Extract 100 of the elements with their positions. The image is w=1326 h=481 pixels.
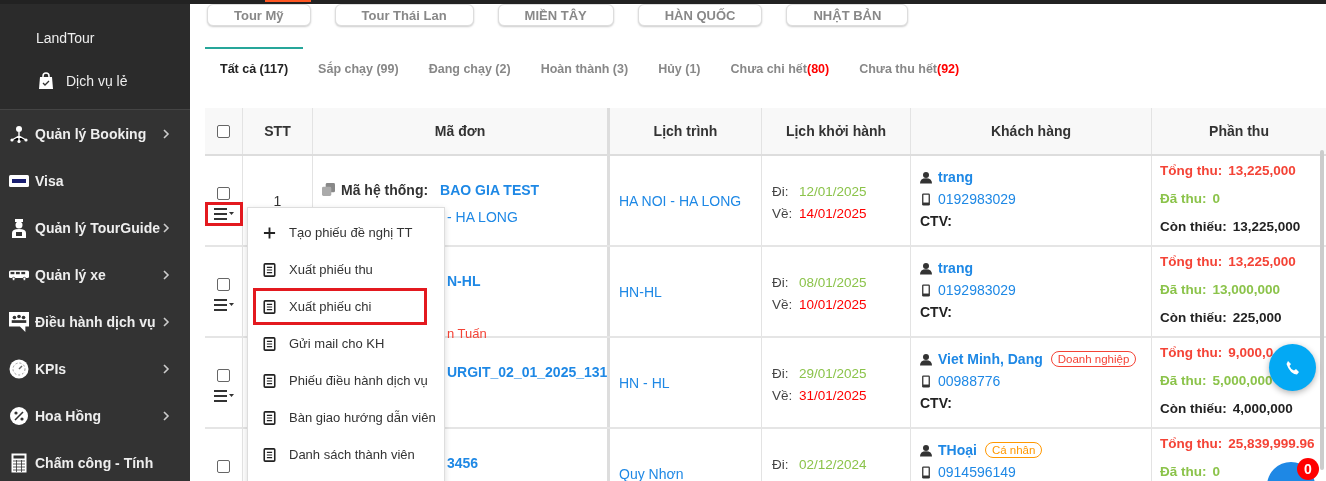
system-code[interactable]: BAO GIA TEST bbox=[440, 181, 540, 198]
select-all-checkbox[interactable] bbox=[217, 124, 230, 138]
menu-item[interactable]: Bàn giao hướng dẫn viên bbox=[248, 399, 444, 436]
row-checkbox[interactable] bbox=[217, 278, 230, 291]
departure-label: Đi: bbox=[772, 365, 787, 381]
phone-number[interactable]: 0914596149 bbox=[938, 464, 1016, 480]
status-tab[interactable]: Chưa thu hết(92) bbox=[844, 47, 975, 91]
payment-label: Đã thu: bbox=[1160, 190, 1207, 206]
customer-name[interactable]: trang bbox=[938, 169, 973, 185]
payment-label: Tổng thu: bbox=[1160, 253, 1223, 269]
route-link[interactable]: HN - HL bbox=[619, 374, 761, 391]
sidebar-item[interactable]: Quản lý TourGuide bbox=[0, 204, 190, 251]
menu-icon bbox=[213, 390, 234, 402]
document-icon bbox=[263, 262, 276, 277]
payment-label: Đã thu: bbox=[1160, 463, 1207, 479]
departure-label: Đi: bbox=[772, 274, 787, 290]
departure-date: 02/12/2024 bbox=[799, 456, 867, 472]
payment-label: Tổng thu: bbox=[1160, 435, 1223, 451]
payment-label: Còn thiếu: bbox=[1160, 218, 1227, 234]
menu-item[interactable]: Gửi mail cho KH bbox=[248, 325, 444, 362]
team-chat-icon bbox=[9, 311, 29, 332]
notification-badge: 0 bbox=[1297, 458, 1319, 480]
route-link[interactable]: HN-HL bbox=[619, 283, 761, 300]
sidebar-item[interactable]: Quản lý xe bbox=[0, 251, 190, 298]
phone-number[interactable]: 0192983029 bbox=[938, 191, 1016, 207]
menu-item[interactable]: Tạo phiếu đề nghị TT bbox=[248, 214, 444, 251]
status-tab[interactable]: Hủy (1) bbox=[643, 47, 716, 91]
document-icon bbox=[263, 336, 276, 351]
mobile-phone-icon bbox=[920, 192, 932, 206]
person-icon bbox=[9, 217, 29, 238]
column-header: Khách hàng bbox=[911, 108, 1152, 154]
row-checkbox[interactable] bbox=[217, 369, 230, 382]
status-tab[interactable]: Tất cả (117) bbox=[205, 47, 304, 91]
category-button[interactable]: MIỀN TÂY bbox=[497, 4, 614, 26]
payment-label: Tổng thu: bbox=[1160, 162, 1223, 178]
status-tab[interactable]: Hoàn thành (3) bbox=[525, 47, 644, 91]
order-code[interactable]: URGIT_02_01_2025_131 bbox=[447, 363, 608, 380]
sidebar-item[interactable]: Quản lý Booking bbox=[0, 110, 190, 157]
payment-amount: 9,000,0 bbox=[1228, 344, 1274, 360]
order-code[interactable]: 3456 bbox=[447, 454, 479, 471]
sidebar-item[interactable]: Chấm công - Tính bbox=[0, 439, 190, 481]
return-date: 31/01/2025 bbox=[799, 387, 867, 403]
payment-amount: 13,225,000 bbox=[1232, 218, 1301, 234]
collaborator-label: CTV: bbox=[920, 213, 952, 229]
column-header: Phần thu bbox=[1208, 122, 1270, 141]
plus-icon bbox=[263, 225, 276, 240]
return-date: 10/01/2025 bbox=[799, 296, 867, 312]
status-tab[interactable]: Chưa chi hết(80) bbox=[715, 47, 845, 91]
menu-icon bbox=[213, 208, 234, 220]
sidebar-item[interactable]: Dịch vụ lẻ bbox=[0, 59, 190, 102]
status-tab[interactable]: Đang chạy (2) bbox=[413, 47, 526, 91]
phone-icon bbox=[1284, 359, 1301, 376]
route-link[interactable]: Quy Nhơn bbox=[619, 465, 761, 481]
scrollbar[interactable] bbox=[1320, 150, 1324, 470]
staff-name: n Tuấn bbox=[447, 326, 487, 341]
row-checkbox[interactable] bbox=[217, 187, 230, 200]
menu-icon bbox=[213, 299, 234, 311]
order-code[interactable]: N-HL bbox=[447, 272, 481, 289]
copy-icon bbox=[322, 183, 335, 196]
document-icon bbox=[263, 447, 276, 462]
sidebar-item[interactable]: Visa bbox=[0, 157, 190, 204]
row-checkbox[interactable] bbox=[217, 460, 230, 473]
category-button[interactable]: NHẬT BẢN bbox=[786, 4, 909, 26]
menu-item[interactable]: Phiếu điều hành dịch vụ bbox=[248, 362, 444, 399]
row-number: 1 bbox=[273, 193, 282, 211]
category-button[interactable]: Tour Thái Lan bbox=[334, 4, 474, 26]
payment-amount: 225,000 bbox=[1232, 309, 1282, 325]
menu-item[interactable]: Xuất phiếu thu bbox=[248, 251, 444, 288]
departure-label: Đi: bbox=[772, 456, 787, 472]
user-icon bbox=[920, 170, 932, 184]
payment-amount: 0 bbox=[1212, 463, 1220, 479]
phone-number[interactable]: 00988776 bbox=[938, 373, 1001, 389]
payment-amount: 13,225,000 bbox=[1228, 162, 1296, 178]
sidebar-item[interactable]: LandTour bbox=[0, 16, 190, 59]
category-button[interactable]: HÀN QUỐC bbox=[637, 4, 763, 26]
route-link[interactable]: HA NOI - HA LONG bbox=[619, 192, 761, 209]
customer-name[interactable]: Viet Minh, Dang bbox=[938, 351, 1043, 367]
return-date: 14/01/2025 bbox=[799, 205, 867, 221]
departure-label: Đi: bbox=[772, 183, 787, 199]
menu-item[interactable]: Xuất phiếu chi bbox=[253, 288, 427, 325]
payment-amount: 25,839,999.96 bbox=[1228, 435, 1315, 451]
payment-label: Còn thiếu: bbox=[1160, 309, 1227, 325]
code-label: Mã hệ thống: bbox=[341, 181, 429, 198]
payment-amount: 4,000,000 bbox=[1232, 400, 1293, 416]
category-button[interactable]: Tour Mỹ bbox=[207, 4, 311, 26]
sidebar-item[interactable]: KPIs bbox=[0, 345, 190, 392]
status-tab[interactable]: Sắp chạy (99) bbox=[303, 47, 414, 91]
payment-label: Còn thiếu: bbox=[1160, 400, 1227, 416]
phone-number[interactable]: 0192983029 bbox=[938, 282, 1016, 298]
menu-item[interactable]: Danh sách thành viên bbox=[248, 436, 444, 473]
tour-code[interactable]: - HA LONG bbox=[447, 208, 518, 225]
collaborator-label: CTV: bbox=[920, 395, 952, 411]
menu-toggle[interactable] bbox=[204, 202, 243, 226]
sidebar-item[interactable]: Hoa Hồng bbox=[0, 392, 190, 439]
departure-date: 12/01/2025 bbox=[799, 183, 867, 199]
customer-name[interactable]: THoại bbox=[938, 442, 977, 458]
customer-name[interactable]: trang bbox=[938, 260, 973, 276]
sidebar-item[interactable]: Điều hành dịch vụ bbox=[0, 298, 190, 345]
user-icon bbox=[920, 352, 932, 366]
calculator-icon bbox=[9, 452, 29, 473]
